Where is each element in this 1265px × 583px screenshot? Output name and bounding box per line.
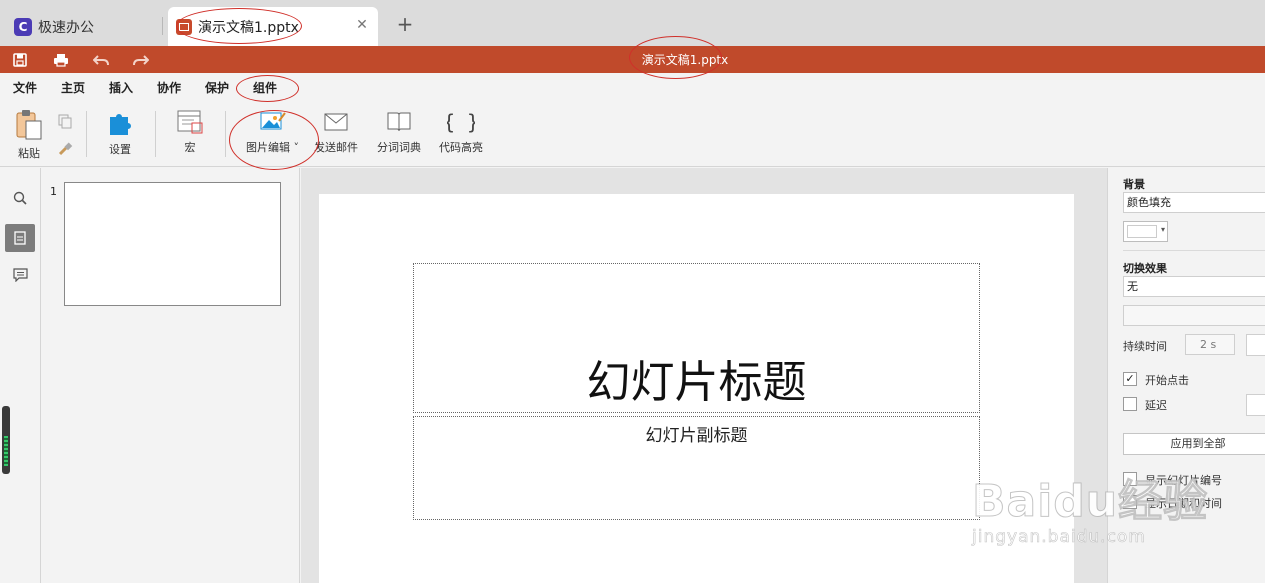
paste-label: 粘贴 (18, 147, 40, 160)
macro-button[interactable]: 宏 (176, 109, 204, 155)
chevron-down-icon: ▾ (1160, 225, 1165, 234)
paste-button[interactable]: 粘贴 (14, 109, 44, 161)
delay-checkbox[interactable] (1123, 397, 1137, 411)
book-icon (387, 112, 411, 132)
save-icon[interactable] (9, 49, 31, 71)
start-on-click-checkbox[interactable]: ✓ (1123, 372, 1137, 386)
format-painter-icon[interactable] (57, 141, 73, 160)
slides-panel-icon[interactable] (5, 224, 35, 252)
app-logo-icon: C (14, 17, 32, 36)
transition-type-select[interactable] (1123, 305, 1265, 326)
paste-icon (16, 110, 42, 140)
show-date-time-checkbox[interactable] (1123, 495, 1137, 509)
menu-plugins[interactable]: 组件 (253, 79, 277, 96)
show-date-time-label: 显示日期和时间 (1145, 497, 1222, 510)
panel-resize-handle[interactable] (2, 406, 10, 474)
code-highlight-button[interactable]: { } 代码高亮 (439, 109, 483, 155)
search-icon[interactable] (9, 187, 31, 209)
slide-number: 1 (50, 185, 57, 198)
menu-protect[interactable]: 保护 (205, 79, 229, 96)
background-heading: 背景 (1123, 178, 1145, 191)
duration-label: 持续时间 (1123, 340, 1167, 353)
color-swatch (1127, 225, 1157, 238)
copy-icon[interactable] (57, 113, 73, 132)
menu-bar: 文件 主页 插入 协作 保护 组件 (0, 73, 1265, 101)
menu-home[interactable]: 主页 (61, 79, 85, 96)
menu-insert[interactable]: 插入 (109, 79, 133, 96)
ribbon-separator (155, 111, 156, 157)
tab-home-label: 极速办公 (38, 19, 94, 36)
title-placeholder[interactable]: 幻灯片标题 (413, 263, 980, 413)
image-edit-icon (260, 112, 286, 130)
puzzle-icon (110, 114, 131, 135)
slide-canvas: 幻灯片标题 幻灯片副标题 (301, 168, 1107, 583)
delay-label: 延迟 (1145, 399, 1167, 412)
left-rail (0, 168, 41, 583)
show-slide-number-label: 显示幻灯片编号 (1145, 474, 1222, 487)
slide-title: 幻灯片标题 (586, 357, 807, 408)
apply-to-all-button[interactable]: 应用到全部 (1123, 433, 1265, 455)
ribbon-separator (86, 111, 87, 157)
macro-icon (177, 110, 203, 134)
slide[interactable]: 幻灯片标题 幻灯片副标题 (319, 194, 1074, 583)
image-edit-label: 图片编辑 ˅ (246, 141, 299, 154)
tab-document[interactable]: 演示文稿1.pptx ✕ (168, 7, 378, 46)
slide-thumbnail[interactable] (64, 182, 281, 306)
preview-field[interactable] (1246, 334, 1265, 356)
tab-separator (162, 17, 163, 35)
send-mail-label: 发送邮件 (314, 141, 358, 154)
start-on-click-label: 开始点击 (1145, 374, 1189, 387)
slide-settings-panel: 背景 颜色填充 ▾ 切换效果 无 持续时间 2 s ✓ 开始点击 延迟 应用到全… (1107, 168, 1265, 583)
menu-collaborate[interactable]: 协作 (157, 79, 181, 96)
close-tab-icon[interactable]: ✕ (354, 17, 370, 33)
dictionary-label: 分词词典 (377, 141, 421, 154)
subtitle-placeholder[interactable]: 幻灯片副标题 (413, 416, 980, 520)
redo-icon[interactable] (130, 49, 152, 71)
duration-stepper[interactable]: 2 s (1185, 334, 1235, 355)
show-slide-number-checkbox[interactable] (1123, 472, 1137, 486)
ribbon-toolbar: 粘贴 设置 宏 图片编辑 ˅ 发送邮件 分词词典 { } 代码高亮 (0, 101, 1265, 167)
code-braces-icon: { } (447, 110, 475, 134)
title-bar: 演示文稿1.pptx (0, 46, 1265, 73)
new-tab-button[interactable]: + (394, 13, 416, 35)
svg-text:{ }: { } (447, 110, 475, 134)
mail-icon (324, 113, 348, 131)
send-mail-button[interactable]: 发送邮件 (314, 109, 358, 155)
tab-home[interactable]: C 极速办公 (6, 7, 156, 46)
code-highlight-label: 代码高亮 (439, 141, 483, 154)
divider (1123, 250, 1265, 251)
macro-label: 宏 (184, 141, 196, 154)
image-edit-button[interactable]: 图片编辑 ˅ (246, 109, 299, 155)
print-icon[interactable] (50, 49, 72, 71)
background-color-picker[interactable]: ▾ (1123, 221, 1168, 242)
presentation-file-icon (176, 18, 192, 35)
tab-document-label: 演示文稿1.pptx (198, 19, 299, 36)
slide-thumbnails-panel: 1 (42, 168, 300, 583)
comments-icon[interactable] (9, 264, 31, 286)
document-title: 演示文稿1.pptx (641, 53, 729, 67)
delay-input[interactable] (1246, 394, 1265, 416)
ribbon-separator (225, 111, 226, 157)
dictionary-button[interactable]: 分词词典 (377, 109, 421, 155)
transition-effect-select[interactable]: 无 (1123, 276, 1265, 297)
menu-file[interactable]: 文件 (13, 79, 37, 96)
undo-icon[interactable] (90, 49, 112, 71)
background-fill-select[interactable]: 颜色填充 (1123, 192, 1265, 213)
settings-label: 设置 (109, 143, 131, 156)
transition-heading: 切换效果 (1123, 262, 1167, 275)
tab-bar: C 极速办公 演示文稿1.pptx ✕ + (0, 0, 1265, 46)
slide-subtitle: 幻灯片副标题 (645, 426, 748, 446)
settings-button[interactable]: 设置 (106, 109, 134, 157)
